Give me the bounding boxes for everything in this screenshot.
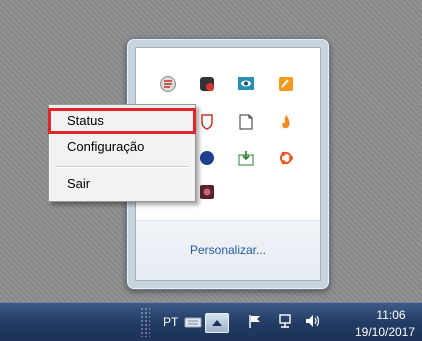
globe-icon[interactable]	[197, 148, 217, 168]
network-icon[interactable]	[275, 311, 295, 331]
taskbar-grip[interactable]	[140, 307, 150, 337]
clock-date[interactable]: 19/10/2017	[348, 325, 422, 339]
clock-time[interactable]: 11:06	[368, 308, 414, 322]
menu-item-sair[interactable]: Sair	[49, 172, 195, 196]
menu-item-configuracao[interactable]: Configuração	[49, 135, 195, 159]
menu-separator	[55, 166, 189, 168]
ubuntu-icon[interactable]	[276, 148, 296, 168]
inbox-arrow-icon[interactable]	[236, 148, 256, 168]
show-hidden-icons-button[interactable]	[205, 313, 229, 333]
menu-item-label: Sair	[67, 176, 91, 191]
flame-icon[interactable]	[276, 112, 296, 132]
customize-section: Personalizar...	[136, 220, 320, 280]
taskbar: PT 11:06 19/10/2017	[0, 302, 422, 341]
document-icon[interactable]	[236, 112, 256, 132]
action-center-flag-icon[interactable]	[245, 311, 265, 331]
menu-item-label: Status	[67, 113, 104, 128]
sticky-note-icon[interactable]	[276, 74, 296, 94]
context-menu: Status Configuração Sair	[48, 104, 196, 202]
customize-link[interactable]: Personalizar...	[136, 243, 320, 257]
app-icon[interactable]	[197, 182, 217, 202]
menu-item-label: Configuração	[67, 139, 145, 154]
volume-icon[interactable]	[303, 311, 323, 331]
keyboard-icon[interactable]	[183, 311, 203, 331]
flag-shield-icon[interactable]	[197, 112, 217, 132]
shield-badge-icon[interactable]	[158, 74, 178, 94]
antivirus-icon[interactable]	[197, 74, 217, 94]
menu-item-status[interactable]: Status	[48, 108, 196, 134]
language-indicator[interactable]: PT	[163, 315, 178, 329]
eye-monitor-icon[interactable]	[236, 74, 256, 94]
